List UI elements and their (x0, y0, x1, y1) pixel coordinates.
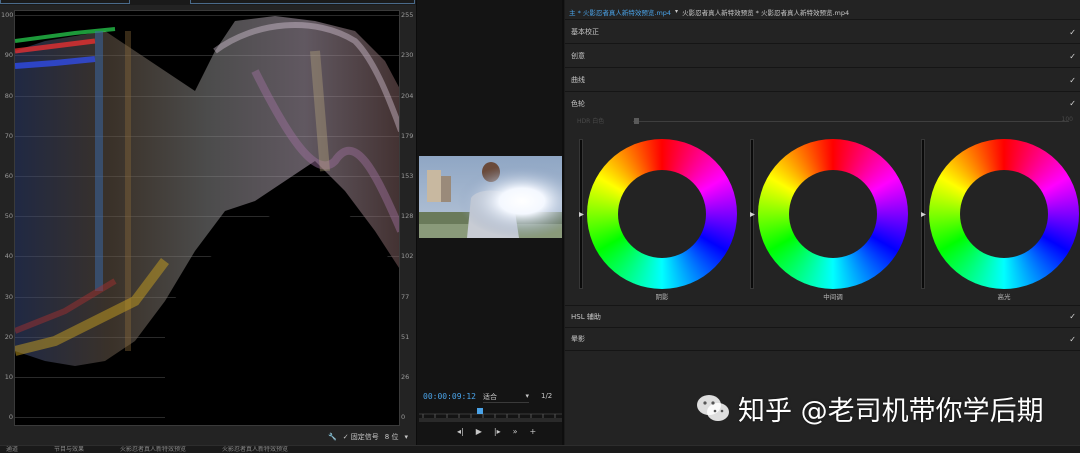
section-label: 创意 (571, 52, 585, 60)
transport-controls: ◂| ▶ |▸ » + (457, 427, 557, 436)
scope-left-tick: 10 (4, 373, 13, 381)
section-label: 基本校正 (571, 28, 599, 36)
wheel-label: 阴影 (655, 293, 669, 301)
scope-top-tabs (0, 0, 416, 5)
checkmark-icon[interactable]: ✓ (1069, 76, 1076, 85)
hdr-white-value: 100 (1061, 116, 1073, 123)
slider-handle[interactable] (921, 212, 926, 217)
scope-left-tick: 90 (4, 51, 13, 59)
scope-left-tick: 70 (4, 132, 13, 140)
play-icon[interactable]: ▶ (476, 427, 482, 436)
scope-right-tick: 179 (401, 132, 414, 140)
more-controls-icon[interactable]: » (513, 427, 518, 436)
scope-left-tick: 60 (4, 172, 13, 180)
monitor-timeline-ruler[interactable] (419, 408, 562, 422)
waveform-trace (15, 16, 399, 425)
hdr-white-slider[interactable]: HDR 白色 100 (577, 116, 1073, 126)
scope-left-tick: 20 (4, 333, 13, 341)
section-label: 晕影 (571, 335, 585, 343)
slider-handle[interactable] (750, 212, 755, 217)
scope-right-tick: 128 (401, 212, 414, 220)
add-button-icon[interactable]: + (530, 427, 537, 436)
waveform-display (14, 10, 400, 426)
scope-left-tick: 30 (4, 293, 13, 301)
section-label: 色轮 (571, 99, 585, 108)
clamp-signal-checkbox[interactable]: ✓ 固定信号 (343, 432, 379, 442)
step-back-icon[interactable]: ◂| (457, 427, 464, 436)
checkmark-icon[interactable]: ✓ (1069, 52, 1076, 61)
scope-right-tick: 0 (401, 413, 406, 421)
wrench-icon[interactable]: 🔧 (328, 433, 337, 441)
shadows-luma-slider[interactable] (579, 139, 584, 289)
checkmark-icon[interactable]: ✓ (1069, 335, 1076, 344)
watermark-text: 知乎 @老司机带你学后期 (738, 395, 1044, 427)
scope-tab-left[interactable] (0, 0, 130, 4)
scope-left-tick: 100 (1, 11, 14, 19)
scope-right-tick: 255 (401, 11, 414, 19)
bottom-tab[interactable]: 通道 (0, 446, 18, 453)
scope-left-tick: 80 (4, 92, 13, 100)
bottom-tab[interactable]: 火影忍者真人新特效预览 (216, 446, 288, 453)
lumetri-header: 主 * 火影忍者真人新特效预览.mp4 ▾ 火影忍者真人新特效预览 * 火影忍者… (565, 4, 1080, 20)
bottom-panel-tabs: 通道 节目与效果 火影忍者真人新特效预览 火影忍者真人新特效预览 (0, 445, 1080, 453)
fit-label: 适合 (483, 393, 497, 401)
section-label: HSL 辅助 (571, 312, 601, 321)
section-vignette[interactable]: 晕影 ✓ (565, 328, 1080, 351)
section-curves[interactable]: 曲线 ✓ (565, 69, 1080, 92)
scope-tab-right[interactable] (190, 0, 415, 4)
wheel-label: 高光 (997, 293, 1011, 301)
scope-left-tick: 0 (8, 413, 13, 421)
waveform-scope-panel: 100 90 80 70 60 50 40 30 20 10 0 255 230… (0, 0, 416, 453)
hdr-white-label: HDR 白色 (577, 118, 605, 125)
midtones-color-wheel[interactable] (758, 139, 908, 289)
playhead-icon (477, 408, 483, 414)
bottom-tab[interactable]: 节目与效果 (48, 446, 84, 453)
section-hsl-secondary[interactable]: HSL 辅助 ✓ (565, 305, 1080, 328)
scope-right-tick: 102 (401, 252, 414, 260)
scope-right-tick: 204 (401, 92, 414, 100)
section-color-wheels[interactable]: 色轮 ✓ (565, 92, 1080, 115)
scope-toolbar: 🔧 ✓ 固定信号 8 位 ▾ (0, 430, 416, 444)
video-frame-image (419, 156, 562, 238)
section-label: 曲线 (571, 76, 585, 84)
slider-handle[interactable] (634, 118, 639, 124)
bottom-tab[interactable]: 火影忍者真人新特效预览 (114, 446, 186, 453)
shadows-color-wheel[interactable] (587, 139, 737, 289)
scope-right-tick: 153 (401, 172, 414, 180)
timecode-display[interactable]: 00:00:09:12 (423, 392, 476, 401)
highlights-color-wheel[interactable] (929, 139, 1079, 289)
chevron-down-icon[interactable]: ▾ (675, 8, 678, 15)
video-preview (419, 156, 562, 238)
scope-right-tick: 26 (401, 373, 410, 381)
midtones-luma-slider[interactable] (750, 139, 755, 289)
section-basic-correction[interactable]: 基本校正 ✓ (565, 21, 1080, 44)
chevron-down-icon[interactable]: ▾ (404, 433, 408, 441)
scope-right-tick: 230 (401, 51, 414, 59)
wheel-label: 中间调 (823, 293, 843, 301)
program-monitor-panel: 00:00:09:12 适合 ▾ 1/2 ◂| ▶ |▸ » + (416, 0, 564, 453)
scope-left-tick: 40 (4, 252, 13, 260)
checkmark-icon[interactable]: ✓ (1069, 312, 1076, 321)
bit-depth-select[interactable]: 8 位 (385, 432, 399, 442)
scope-right-tick: 51 (401, 333, 410, 341)
wheel-center[interactable] (618, 170, 706, 258)
wheel-center[interactable] (789, 170, 877, 258)
slider-track[interactable] (633, 121, 1069, 122)
zoom-fit-select[interactable]: 适合 ▾ (483, 392, 529, 403)
highlights-luma-slider[interactable] (921, 139, 926, 289)
scope-right-tick: 77 (401, 293, 410, 301)
slider-handle[interactable] (579, 212, 584, 217)
checkmark-icon[interactable]: ✓ (1069, 99, 1076, 108)
scope-left-tick: 50 (4, 212, 13, 220)
watermark: 知乎 @老司机带你学后期 (696, 386, 1080, 430)
resolution-select[interactable]: 1/2 (541, 392, 552, 400)
wechat-icon (697, 395, 729, 421)
master-clip-tab[interactable]: 主 * 火影忍者真人新特效预览.mp4 (569, 7, 671, 17)
step-forward-icon[interactable]: |▸ (494, 427, 501, 436)
wheel-center[interactable] (960, 170, 1048, 258)
chevron-down-icon: ▾ (525, 392, 529, 400)
section-creative[interactable]: 创意 ✓ (565, 45, 1080, 68)
sequence-clip-tab[interactable]: 火影忍者真人新特效预览 * 火影忍者真人新特效预览.mp4 (682, 7, 849, 17)
checkmark-icon[interactable]: ✓ (1069, 28, 1076, 37)
